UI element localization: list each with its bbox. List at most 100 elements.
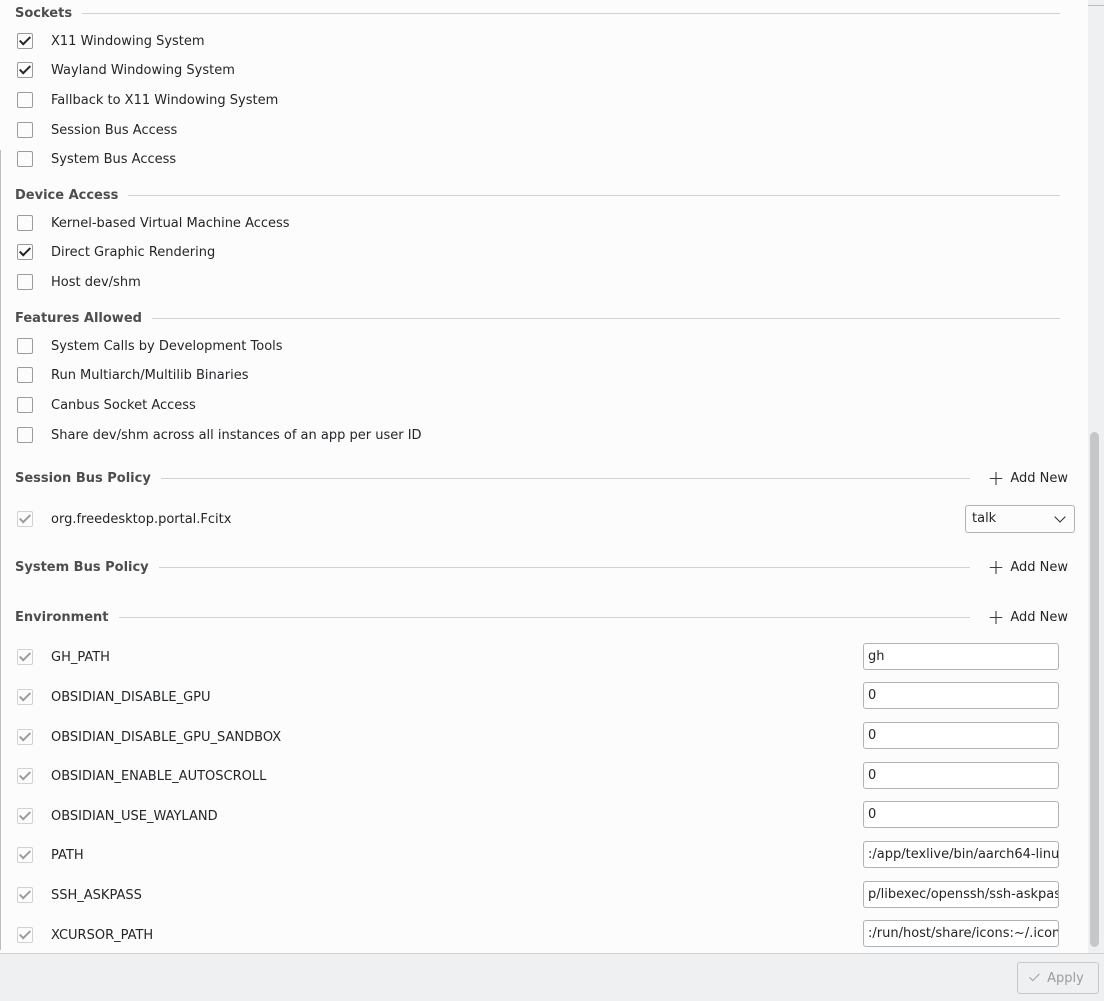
checkbox[interactable] <box>17 122 33 138</box>
checkbox[interactable] <box>17 397 33 413</box>
option-devel[interactable]: System Calls by Development Tools <box>17 336 283 356</box>
section-header-sockets: Sockets <box>15 3 1060 23</box>
env-value-input[interactable]: 0 <box>863 762 1059 789</box>
option-x11[interactable]: X11 Windowing System <box>17 31 205 51</box>
env-var-name: PATH <box>51 847 84 863</box>
option-label: Kernel-based Virtual Machine Access <box>51 215 290 231</box>
checkbox[interactable] <box>17 427 33 443</box>
env-row-obsidian-disable-gpu-sandbox[interactable]: OBSIDIAN_DISABLE_GPU_SANDBOX <box>17 727 281 747</box>
section-title: Sockets <box>15 5 73 21</box>
section-header-session-bus-policy: Session Bus Policy + Add New <box>15 468 1068 488</box>
checkbox[interactable] <box>17 768 33 784</box>
option-dri[interactable]: Direct Graphic Rendering <box>17 242 215 262</box>
select-value: talk <box>972 511 997 526</box>
section-header-device-access: Device Access <box>15 185 1060 205</box>
apply-label: Apply <box>1047 970 1084 986</box>
checkbox[interactable] <box>17 511 33 527</box>
check-icon <box>1029 970 1040 982</box>
env-value-input[interactable]: 0 <box>863 801 1059 828</box>
env-row-obsidian-enable-autoscroll[interactable]: OBSIDIAN_ENABLE_AUTOSCROLL <box>17 766 266 786</box>
plus-icon: + <box>987 466 1005 490</box>
env-value-input[interactable]: :/run/host/share/icons:~/.icons <box>863 920 1059 947</box>
checkbox[interactable] <box>17 62 33 78</box>
env-row-xcursor-path[interactable]: XCURSOR_PATH <box>17 925 153 945</box>
section-title: Session Bus Policy <box>15 470 151 486</box>
add-new-label: Add New <box>1010 470 1068 486</box>
checkbox[interactable] <box>17 92 33 108</box>
divider <box>160 477 970 479</box>
divider <box>158 566 970 568</box>
env-var-name: OBSIDIAN_USE_WAYLAND <box>51 808 218 824</box>
option-label: X11 Windowing System <box>51 33 205 49</box>
option-system-bus[interactable]: System Bus Access <box>17 149 176 169</box>
env-row-ssh-askpass[interactable]: SSH_ASKPASS <box>17 885 142 905</box>
env-row-path[interactable]: PATH <box>17 845 84 865</box>
env-var-name: XCURSOR_PATH <box>51 927 154 943</box>
section-title: Features Allowed <box>15 310 142 326</box>
option-session-bus[interactable]: Session Bus Access <box>17 120 177 140</box>
session-bus-item[interactable]: org.freedesktop.portal.Fcitx <box>17 509 231 529</box>
env-var-name: OBSIDIAN_ENABLE_AUTOSCROLL <box>51 768 267 784</box>
checkbox[interactable] <box>17 244 33 260</box>
divider <box>118 616 970 618</box>
checkbox[interactable] <box>17 927 33 943</box>
add-new-label: Add New <box>1010 609 1068 625</box>
bus-name-label: org.freedesktop.portal.Fcitx <box>51 511 232 527</box>
checkbox[interactable] <box>17 274 33 290</box>
env-value-input[interactable]: 0 <box>863 682 1059 709</box>
option-label: System Calls by Development Tools <box>51 338 283 354</box>
checkbox[interactable] <box>17 729 33 745</box>
env-row-gh-path[interactable]: GH_PATH <box>17 647 110 667</box>
checkbox[interactable] <box>17 689 33 705</box>
plus-icon: + <box>987 605 1005 629</box>
vertical-scrollbar[interactable] <box>1090 432 1099 947</box>
option-host-shm[interactable]: Host dev/shm <box>17 272 141 292</box>
add-environment-button[interactable]: + Add New <box>988 607 1068 627</box>
footer-bar <box>0 953 1104 1001</box>
chevron-down-icon <box>1054 511 1066 523</box>
option-label: Run Multiarch/Multilib Binaries <box>51 367 249 383</box>
checkbox[interactable] <box>17 151 33 167</box>
section-header-features: Features Allowed <box>15 308 1060 328</box>
section-title: System Bus Policy <box>15 559 149 575</box>
option-fallback-x11[interactable]: Fallback to X11 Windowing System <box>17 90 278 110</box>
add-new-label: Add New <box>1010 559 1068 575</box>
option-label: Fallback to X11 Windowing System <box>51 92 279 108</box>
option-label: Share dev/shm across all instances of an… <box>51 427 422 443</box>
option-label: Host dev/shm <box>51 274 141 290</box>
env-value-input[interactable]: p/libexec/openssh/ssh-askpass <box>863 881 1059 908</box>
env-row-obsidian-use-wayland[interactable]: OBSIDIAN_USE_WAYLAND <box>17 806 218 826</box>
checkbox[interactable] <box>17 33 33 49</box>
add-session-bus-button[interactable]: + Add New <box>988 468 1068 488</box>
option-per-app-dev-shm[interactable]: Share dev/shm across all instances of an… <box>17 425 422 445</box>
checkbox[interactable] <box>17 338 33 354</box>
env-value-input[interactable]: gh <box>863 643 1059 670</box>
env-value-input[interactable]: 0 <box>863 722 1059 749</box>
checkbox[interactable] <box>17 215 33 231</box>
option-multiarch[interactable]: Run Multiarch/Multilib Binaries <box>17 365 248 385</box>
env-var-name: GH_PATH <box>51 649 110 665</box>
env-row-obsidian-disable-gpu[interactable]: OBSIDIAN_DISABLE_GPU <box>17 687 211 707</box>
apply-button[interactable]: Apply <box>1017 962 1099 994</box>
option-label: Session Bus Access <box>51 122 178 138</box>
env-value-input[interactable]: :/app/texlive/bin/aarch64-linux <box>863 841 1059 868</box>
divider <box>151 317 1060 319</box>
option-wayland[interactable]: Wayland Windowing System <box>17 60 235 80</box>
checkbox[interactable] <box>17 887 33 903</box>
section-title: Device Access <box>15 187 119 203</box>
plus-icon: + <box>987 555 1005 579</box>
option-label: Wayland Windowing System <box>51 62 235 78</box>
env-var-name: OBSIDIAN_DISABLE_GPU_SANDBOX <box>51 729 282 745</box>
env-var-name: OBSIDIAN_DISABLE_GPU <box>51 689 211 705</box>
option-kvm[interactable]: Kernel-based Virtual Machine Access <box>17 213 290 233</box>
left-edge <box>0 150 1 950</box>
session-bus-policy-select[interactable]: talk <box>965 505 1075 533</box>
checkbox[interactable] <box>17 847 33 863</box>
checkbox[interactable] <box>17 649 33 665</box>
checkbox[interactable] <box>17 808 33 824</box>
option-label: Direct Graphic Rendering <box>51 244 216 260</box>
option-canbus[interactable]: Canbus Socket Access <box>17 395 196 415</box>
checkbox[interactable] <box>17 367 33 383</box>
add-system-bus-button[interactable]: + Add New <box>988 557 1068 577</box>
divider <box>82 12 1060 14</box>
